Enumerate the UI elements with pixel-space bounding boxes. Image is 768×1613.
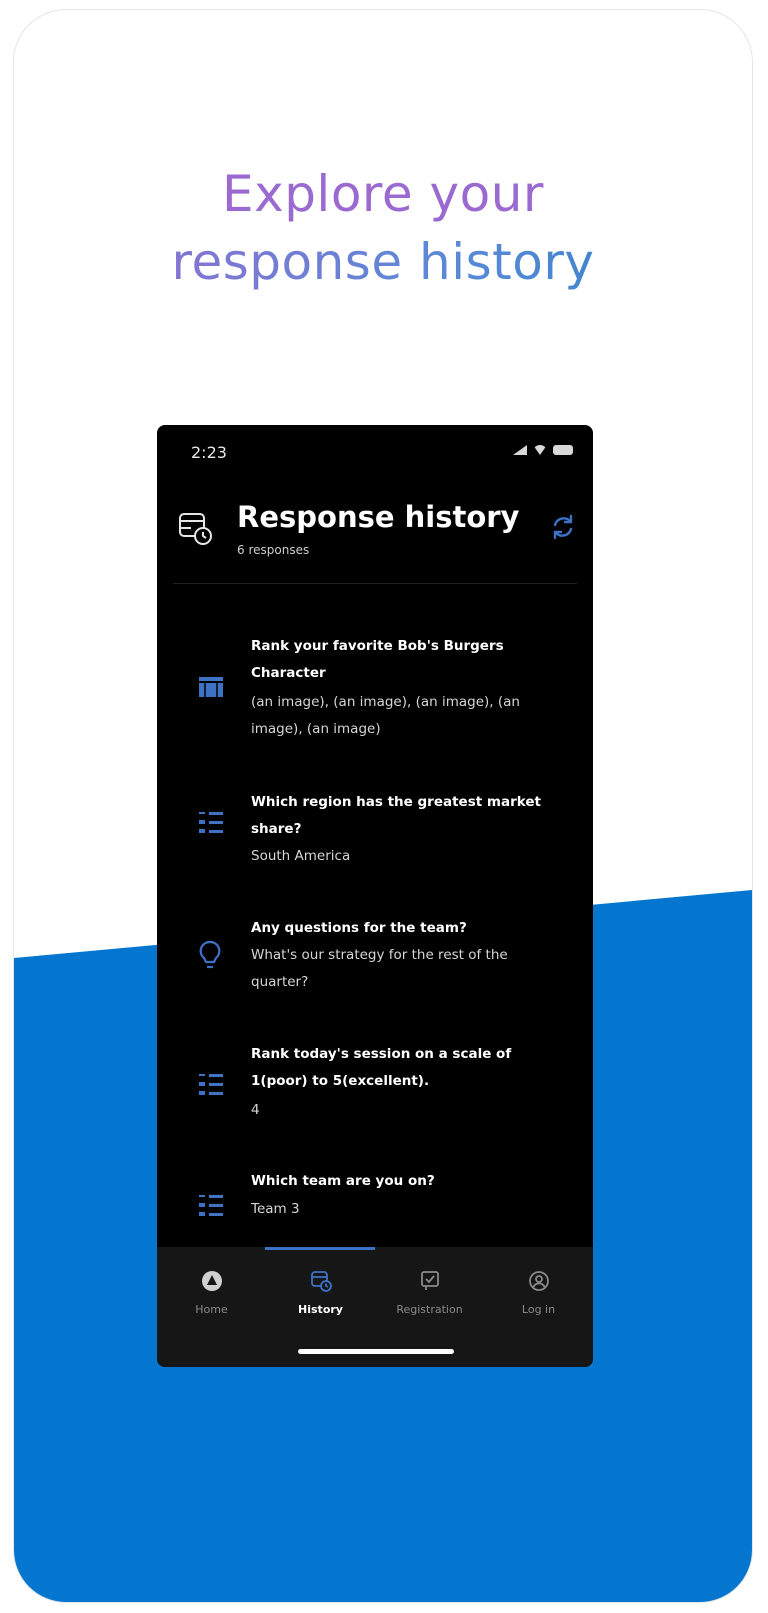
wifi-icon — [533, 445, 547, 455]
multiple-choice-icon — [197, 1192, 225, 1226]
page-title: Response history — [237, 500, 520, 534]
response-question: Which team are you on? — [251, 1173, 435, 1189]
list-item[interactable]: Which region has the greatest market sha… — [157, 789, 593, 869]
login-icon — [527, 1271, 551, 1297]
phone-screen: 2:23 Response history 6 responses Rank y… — [157, 425, 593, 1367]
tab-login[interactable]: Log in — [484, 1269, 593, 1316]
home-indicator — [298, 1349, 454, 1354]
lightbulb-icon — [197, 939, 223, 975]
headline-line-2: response history — [14, 228, 752, 296]
response-answer: South America — [251, 848, 351, 864]
list-item[interactable]: Rank today's session on a scale of 1(poo… — [157, 1041, 593, 1131]
response-answer: What's our strategy for the rest of the … — [251, 947, 508, 990]
history-icon — [177, 509, 215, 551]
response-question: Which region has the greatest market sha… — [251, 794, 541, 837]
list-item[interactable]: Which team are you on? Team 3 — [157, 1168, 593, 1238]
response-answer: Team 3 — [251, 1201, 300, 1217]
response-question: Rank your favorite Bob's Burgers Charact… — [251, 638, 504, 681]
response-answer: 4 — [251, 1102, 260, 1118]
battery-icon — [553, 445, 573, 455]
response-question: Rank today's session on a scale of 1(poo… — [251, 1046, 512, 1089]
multiple-choice-icon — [197, 809, 225, 843]
registration-icon — [418, 1271, 442, 1297]
tab-history[interactable]: History — [266, 1269, 375, 1316]
history-icon — [309, 1271, 333, 1297]
ranking-icon — [197, 673, 225, 705]
list-item[interactable]: Any questions for the team? What's our s… — [157, 915, 593, 995]
tab-label: Home — [195, 1303, 228, 1316]
multiple-choice-icon — [197, 1071, 225, 1105]
response-answer: (an image), (an image), (an image), (an … — [251, 694, 520, 737]
active-tab-indicator — [265, 1247, 375, 1250]
response-count: 6 responses — [237, 543, 310, 557]
tab-home[interactable]: Home — [157, 1269, 266, 1316]
list-item[interactable]: Rank your favorite Bob's Burgers Charact… — [157, 633, 593, 761]
tab-label: Log in — [521, 1303, 556, 1316]
tab-registration[interactable]: Registration — [375, 1269, 484, 1316]
headline: Explore your response history — [14, 160, 752, 296]
home-icon — [200, 1271, 224, 1297]
headline-line-1: Explore your — [222, 165, 544, 223]
header-divider — [173, 583, 577, 584]
tab-label: Registration — [396, 1303, 463, 1316]
refresh-icon[interactable] — [549, 513, 577, 545]
tab-label: History — [298, 1303, 343, 1316]
status-icons — [513, 445, 573, 455]
signal-icon — [513, 445, 527, 455]
response-question: Any questions for the team? — [251, 920, 467, 936]
status-time: 2:23 — [191, 443, 227, 462]
